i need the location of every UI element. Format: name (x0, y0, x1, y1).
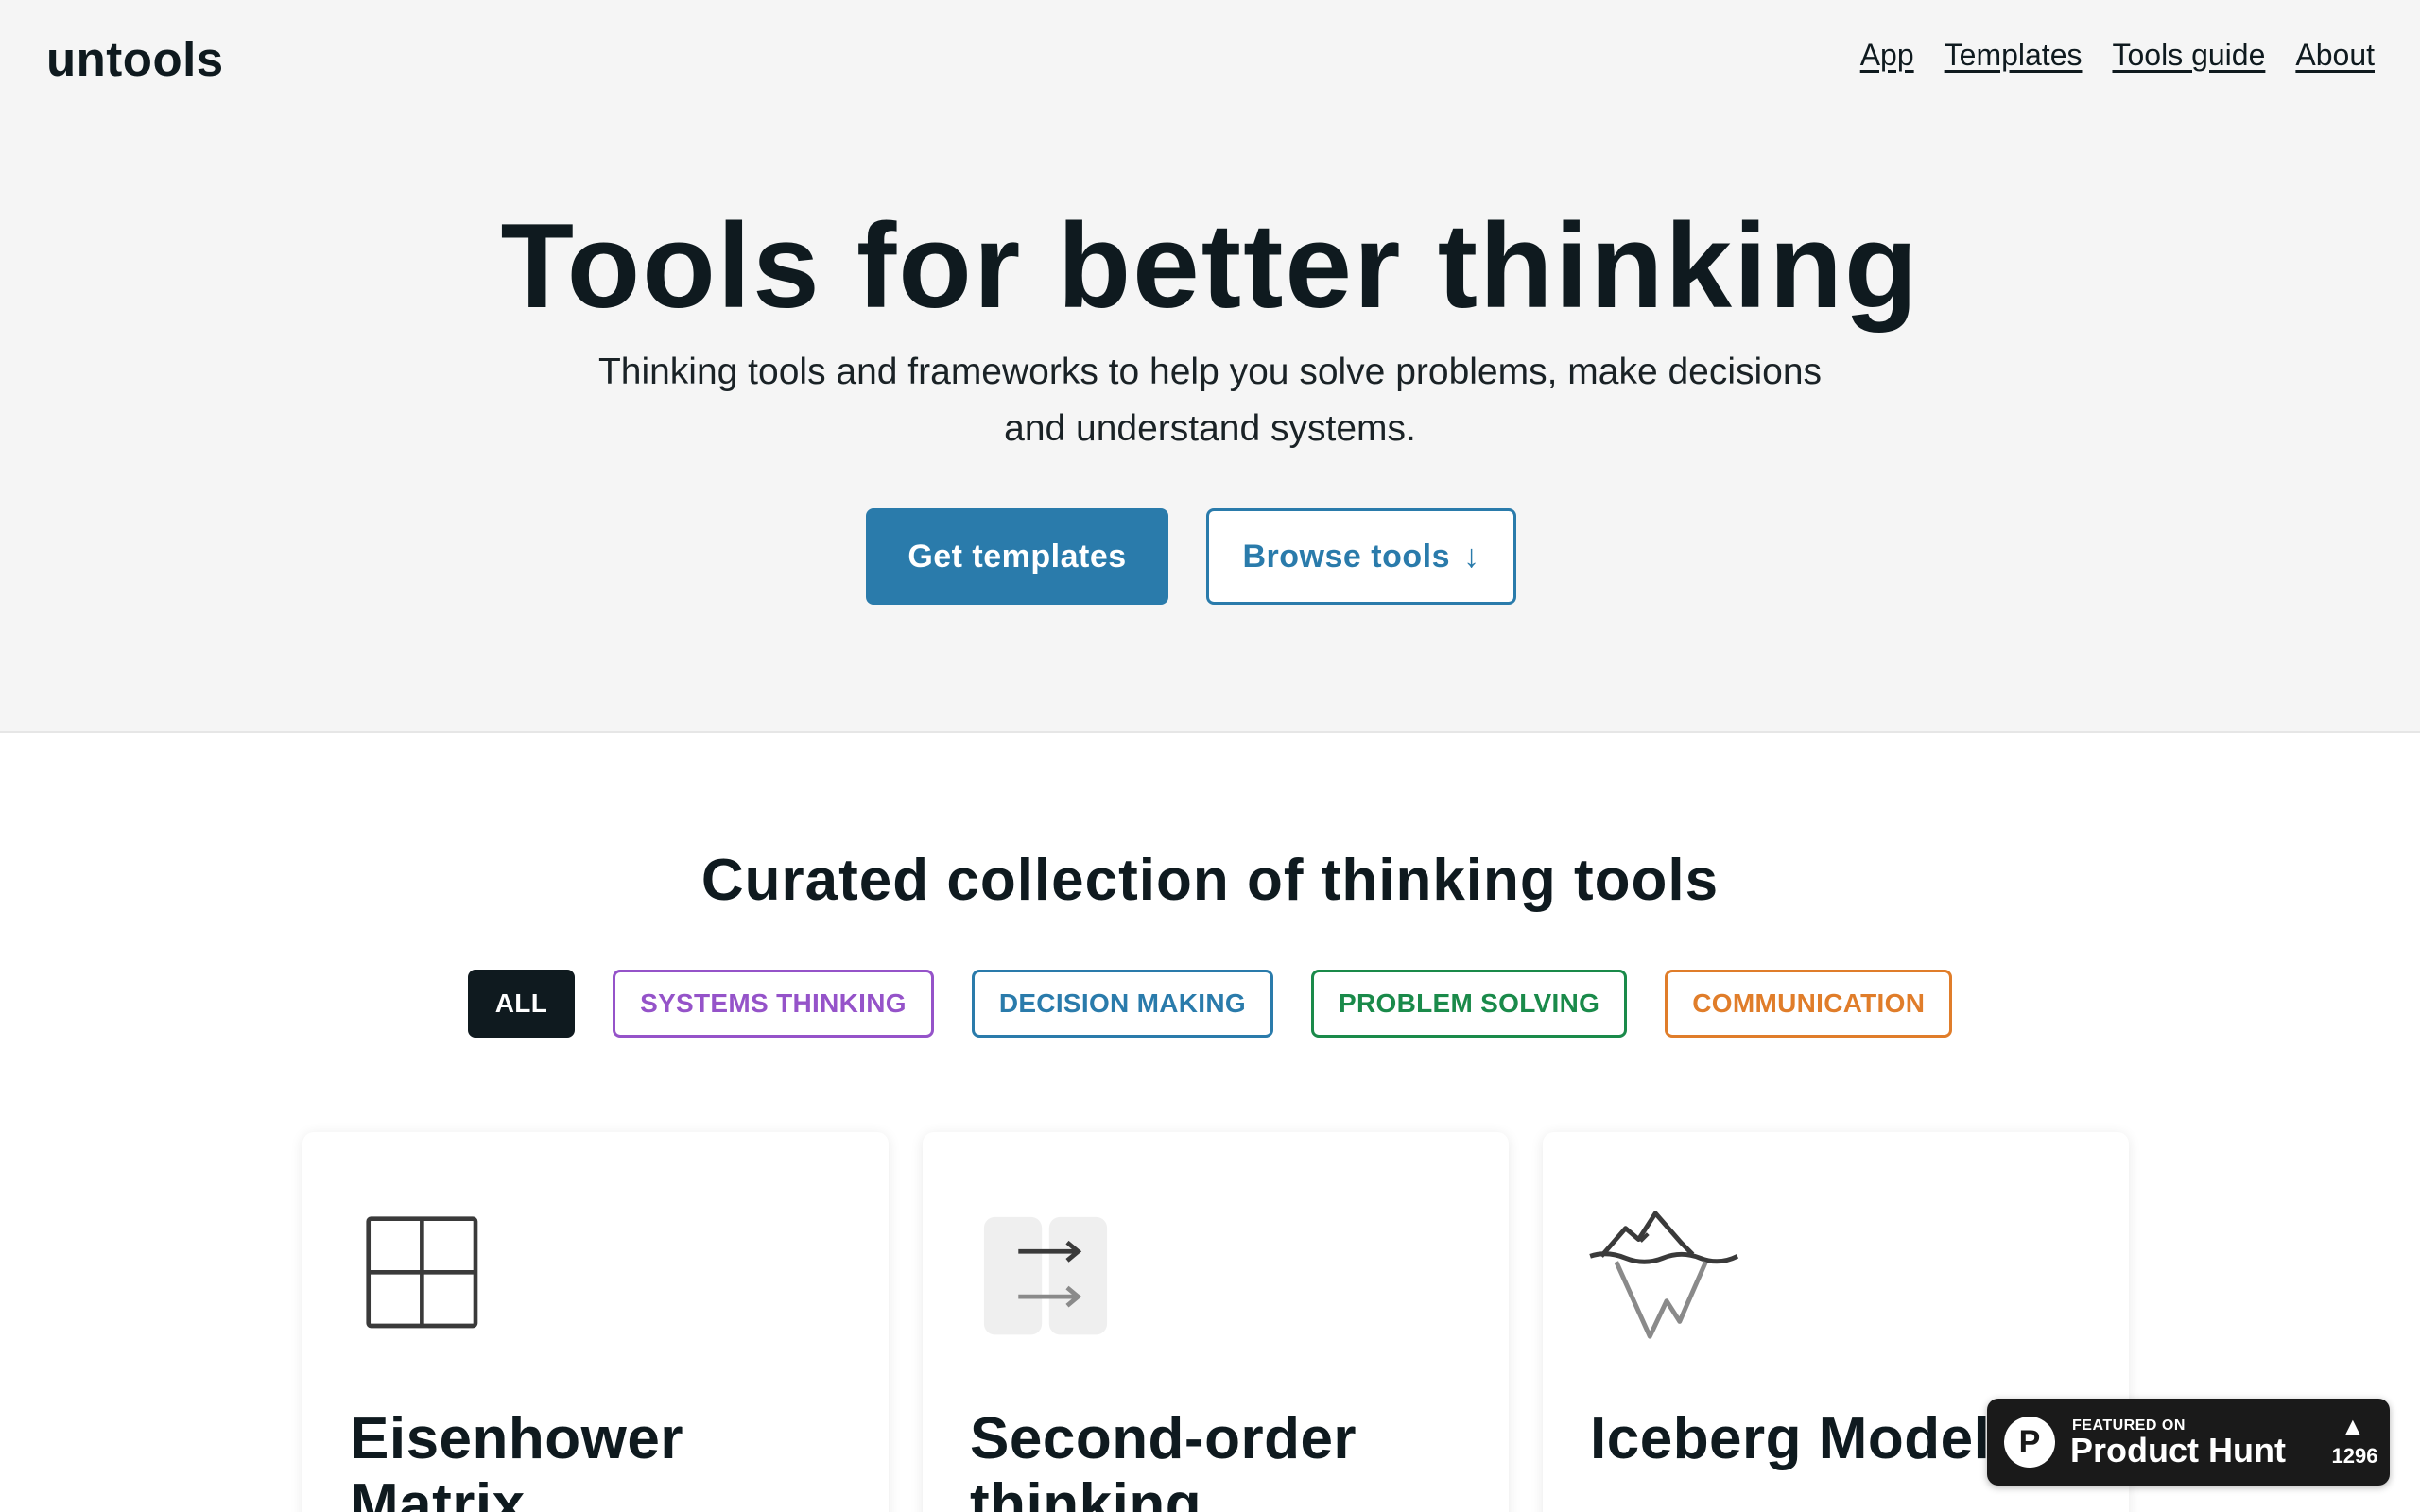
upvote-count: 1296 (2331, 1444, 2378, 1468)
main-nav: App Templates Tools guide About (1860, 38, 2375, 73)
browse-tools-button[interactable]: Browse tools ↓ (1206, 508, 1516, 605)
hero-section: untools App Templates Tools guide About … (0, 0, 2420, 733)
arrows-icon (983, 1216, 1108, 1335)
hero-title: Tools for better thinking (500, 198, 1920, 333)
nav-link-tools-guide[interactable]: Tools guide (2112, 38, 2265, 73)
get-templates-button[interactable]: Get templates (866, 508, 1168, 605)
nav-link-app[interactable]: App (1860, 38, 1914, 73)
card-title-line2: thinking (970, 1472, 1202, 1512)
category-filters: ALL SYSTEMS THINKING DECISION MAKING PRO… (0, 970, 2420, 1038)
filter-decision-making[interactable]: DECISION MAKING (971, 970, 1273, 1038)
product-hunt-logo-icon: P (2004, 1417, 2055, 1468)
tool-card-second-order[interactable]: Second-order thinking (923, 1132, 1509, 1512)
iceberg-icon (1589, 1211, 1739, 1339)
card-title-line1: Eisenhower (350, 1406, 683, 1471)
browse-tools-label: Browse tools (1242, 538, 1450, 575)
filter-communication[interactable]: COMMUNICATION (1665, 970, 1953, 1038)
card-title-line2: Matrix (350, 1472, 526, 1512)
hero-subtitle-line1: Thinking tools and frameworks to help yo… (597, 352, 1823, 392)
hero-subtitle-line2: and understand systems. (1004, 408, 1416, 449)
card-title-line1: Iceberg Model (1590, 1406, 1991, 1471)
product-hunt-name: Product Hunt (2070, 1431, 2286, 1469)
filter-systems-thinking[interactable]: SYSTEMS THINKING (613, 970, 934, 1038)
nav-link-templates[interactable]: Templates (1945, 38, 2083, 73)
grid-icon (366, 1216, 478, 1329)
filter-problem-solving[interactable]: PROBLEM SOLVING (1311, 970, 1628, 1038)
collection-title: Curated collection of thinking tools (700, 848, 1720, 913)
filter-all[interactable]: ALL (467, 970, 576, 1038)
product-hunt-badge[interactable]: P FEATURED ON Product Hunt ▲ 1296 (1987, 1399, 2390, 1486)
card-title-line1: Second-order (970, 1406, 1357, 1471)
card-title: Eisenhower Matrix (350, 1406, 860, 1512)
nav-link-about[interactable]: About (2295, 38, 2375, 73)
hero-subtitle: Thinking tools and frameworks to help yo… (548, 344, 1872, 457)
site-logo[interactable]: untools (46, 31, 224, 87)
tool-card-eisenhower[interactable]: Eisenhower Matrix (302, 1132, 889, 1512)
arrow-down-icon: ↓ (1462, 538, 1480, 575)
upvote-arrow-icon: ▲ (2341, 1412, 2365, 1440)
card-title: Second-order thinking (970, 1406, 1480, 1512)
